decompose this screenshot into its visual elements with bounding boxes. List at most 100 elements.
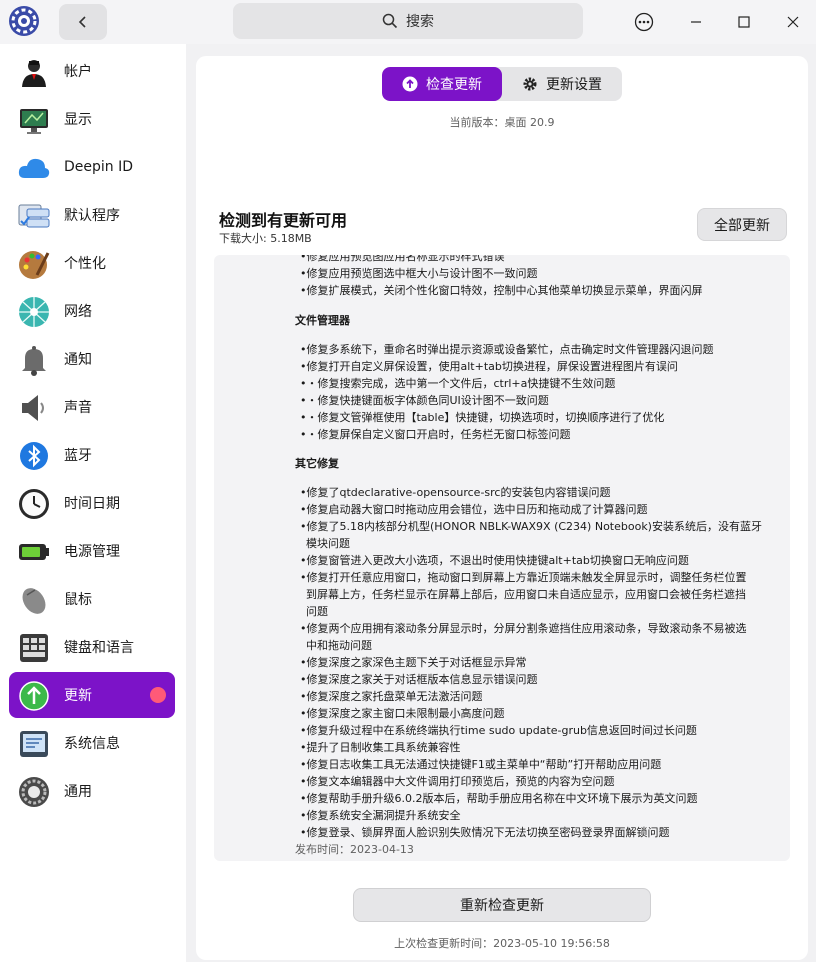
sidebar-item-notification[interactable]: 通知 — [9, 336, 175, 382]
close-button[interactable] — [778, 7, 808, 37]
sidebar-item-power[interactable]: 电源管理 — [9, 528, 175, 574]
note-line: •修复打开自定义屏保设置，使用alt+tab切换进程，屏保设置进程图片有误问 — [300, 360, 678, 373]
sidebar-item-label: 键盘和语言 — [64, 640, 134, 656]
note-line: •修复深度之家主窗口未限制最小高度问题 — [300, 707, 505, 720]
palette-icon — [19, 251, 50, 279]
sidebar-item-label: 帐户 — [64, 64, 92, 80]
sidebar-item-label: 鼠标 — [64, 592, 92, 608]
chevron-left-icon — [78, 16, 86, 28]
maximize-button[interactable] — [729, 7, 759, 37]
sidebar-item-network[interactable]: 网络 — [9, 288, 175, 334]
update-all-button[interactable]: 全部更新 — [697, 208, 787, 241]
tab-label: 更新设置 — [546, 77, 602, 93]
minimize-button[interactable] — [681, 7, 711, 37]
sidebar-item-accounts[interactable]: 帐户 — [9, 48, 175, 94]
bell-icon — [22, 346, 46, 376]
note-line: 到屏幕上方，任务栏显示在屏幕上部后，应用窗口未自适应显示，应用窗口会被任务栏遮挡 — [306, 588, 746, 601]
publish-date: 发布时间：2023-04-13 — [295, 843, 414, 856]
update-available-title: 检测到有更新可用 — [219, 211, 348, 230]
sidebar-item-bluetooth[interactable]: 蓝牙 — [9, 432, 175, 478]
minimize-icon — [691, 21, 701, 23]
more-options-icon — [634, 12, 654, 32]
section-heading: 文件管理器 — [295, 314, 350, 327]
note-line: •修复扩展模式，关闭个性化窗口特效，控制中心其他菜单切换显示菜单，界面闪屏 — [300, 284, 703, 297]
keyboard-icon — [20, 634, 48, 662]
sidebar-item-label: 蓝牙 — [64, 448, 92, 464]
bluetooth-icon — [20, 442, 48, 470]
sidebar-item-general[interactable]: 通用 — [9, 768, 175, 814]
close-icon — [787, 16, 799, 28]
sidebar-item-label: 电源管理 — [64, 544, 120, 560]
release-notes[interactable]: •修复应用预览图应用名称显示的样式错误 •修复应用预览图选中框大小与设计图不一致… — [214, 255, 790, 861]
tab-check-update[interactable]: 检查更新 — [382, 67, 502, 101]
note-line: •修复了qtdeclarative-opensource-src的安装包内容错误… — [300, 486, 611, 499]
note-line: •修复文本编辑器中大文件调用打印预览后，预览的内容为空问题 — [300, 775, 615, 788]
sidebar-item-label: 声音 — [64, 400, 92, 416]
note-line: •・修复屏保自定义窗口开启时，任务栏无窗口标签问题 — [300, 428, 571, 441]
gear-icon — [523, 77, 537, 91]
default-apps-icon — [18, 204, 50, 228]
note-line: 中和拖动问题 — [306, 639, 372, 652]
gear-icon — [19, 777, 49, 807]
control-center-logo-icon[interactable] — [8, 5, 40, 37]
note-line: •・修复快捷键面板字体颜色同UI设计图不一致问题 — [300, 394, 549, 407]
cloud-icon — [18, 158, 50, 178]
sidebar-item-label: 通知 — [64, 352, 92, 368]
update-tabs: 检查更新 更新设置 — [382, 67, 622, 101]
sidebar-item-label: 更新 — [64, 688, 92, 704]
note-line: •修复深度之家关于对话框版本信息显示错误问题 — [300, 673, 538, 686]
sidebar-item-label: 默认程序 — [64, 208, 120, 224]
display-icon — [20, 109, 48, 134]
current-version: 当前版本：桌面 20.9 — [449, 116, 555, 129]
sidebar-item-default-apps[interactable]: 默认程序 — [9, 192, 175, 238]
note-line: •修复启动器大窗口时拖动应用会错位，选中日历和拖动成了计算器问题 — [300, 503, 648, 516]
menu-button[interactable] — [629, 7, 659, 37]
back-button[interactable] — [59, 4, 107, 40]
search-icon — [382, 13, 398, 29]
note-line: •修复登录、锁屏界面人脸识别失败情况下无法切换至密码登录界面解锁问题 — [300, 826, 670, 839]
update-panel: 检查更新 更新设置 当前版本：桌面 20.9 检测到有更新可用 下载大小: 5.… — [196, 56, 808, 960]
sidebar-item-datetime[interactable]: 时间日期 — [9, 480, 175, 526]
note-line: •提升了日制收集工具系统兼容性 — [300, 741, 461, 754]
note-line: •修复了5.18内核部分机型(HONOR NBLK-WAX9X (C234) N… — [300, 520, 762, 533]
note-line: •・修复文管弹框使用【table】快捷键，切换选项时，切换顺序进行了优化 — [300, 411, 665, 424]
last-check-time: 上次检查更新时间：2023-05-10 19:56:58 — [394, 937, 610, 950]
search-input[interactable]: 搜索 — [233, 3, 583, 39]
sidebar-item-deepin-id[interactable]: Deepin ID — [9, 144, 175, 190]
note-line: •修复深度之家深色主题下关于对话框显示异常 — [300, 656, 527, 669]
sidebar-item-personalization[interactable]: 个性化 — [9, 240, 175, 286]
note-line: •修复升级过程中在系统终端执行time sudo update-grub信息返回… — [300, 724, 697, 737]
note-line: •修复两个应用拥有滚动条分屏显示时，分屏分割条遮挡住应用滚动条，导致滚动条不易被… — [300, 622, 747, 635]
maximize-icon — [738, 16, 750, 28]
tab-update-settings[interactable]: 更新设置 — [502, 67, 622, 101]
note-line: •修复应用预览图应用名称显示的样式错误 — [300, 255, 505, 263]
mouse-icon — [22, 588, 46, 614]
upload-circle-icon — [402, 76, 418, 92]
note-line: •修复多系统下，重命名时弹出提示资源或设备繁忙，点击确定时文件管理器闪退问题 — [300, 343, 714, 356]
speaker-icon — [22, 395, 44, 421]
note-line: •修复窗管进入更改大小选项，不退出时使用快捷键alt+tab切换窗口无响应问题 — [300, 554, 689, 567]
recheck-update-button[interactable]: 重新检查更新 — [353, 888, 651, 922]
sidebar-item-label: 显示 — [64, 112, 92, 128]
note-line: •修复系统安全漏洞提升系统安全 — [300, 809, 461, 822]
note-line: 模块问题 — [306, 537, 350, 550]
titlebar: 搜索 — [0, 0, 816, 44]
sidebar-item-label: 系统信息 — [64, 736, 120, 752]
sidebar-item-display[interactable]: 显示 — [9, 96, 175, 142]
account-icon — [22, 60, 46, 87]
note-line: •修复应用预览图选中框大小与设计图不一致问题 — [300, 267, 538, 280]
sidebar-item-label: 网络 — [64, 304, 92, 320]
sidebar-item-keyboard[interactable]: 键盘和语言 — [9, 624, 175, 670]
sidebar-item-mouse[interactable]: 鼠标 — [9, 576, 175, 622]
sidebar-item-update[interactable]: 更新 — [9, 672, 175, 718]
update-arrow-icon — [19, 681, 49, 711]
note-line: •修复帮助手册升级6.0.2版本后，帮助手册应用名称在中文环境下展示为英文问题 — [300, 792, 698, 805]
network-icon — [19, 297, 49, 327]
sidebar-item-sound[interactable]: 声音 — [9, 384, 175, 430]
note-line: •修复深度之家托盘菜单无法激活问题 — [300, 690, 483, 703]
sidebar-item-system-info[interactable]: 系统信息 — [9, 720, 175, 766]
note-line: •修复日志收集工具无法通过快捷键F1或主菜单中“帮助”打开帮助应用问题 — [300, 758, 662, 771]
sidebar-item-label: 时间日期 — [64, 496, 120, 512]
section-heading: 其它修复 — [295, 457, 339, 470]
download-size: 下载大小: 5.18MB — [219, 232, 312, 245]
